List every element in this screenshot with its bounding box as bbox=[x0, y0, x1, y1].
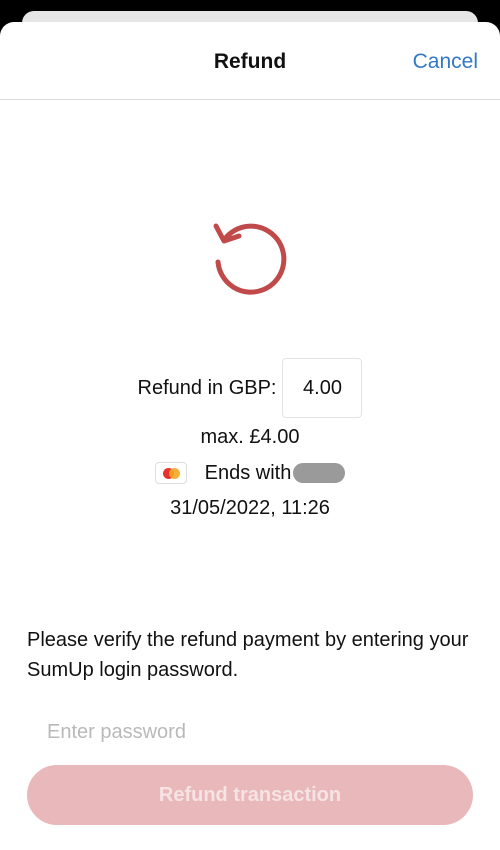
nav-bar: Refund Cancel bbox=[0, 22, 500, 100]
refund-arrow-icon bbox=[213, 223, 287, 295]
card-ends-with-label: Ends with bbox=[204, 461, 292, 484]
refund-transaction-button[interactable]: Refund transaction bbox=[27, 765, 473, 825]
refund-amount-row: Refund in GBP: bbox=[0, 358, 500, 418]
refund-amount-label: Refund in GBP: bbox=[137, 376, 277, 399]
cancel-button[interactable]: Cancel bbox=[413, 50, 478, 74]
transaction-date: 31/05/2022, 11:26 bbox=[170, 497, 330, 519]
refund-amount-input[interactable] bbox=[282, 358, 363, 418]
password-input[interactable] bbox=[27, 712, 473, 752]
masked-card-digits bbox=[293, 463, 346, 483]
verification-instruction: Please verify the refund payment by ente… bbox=[27, 629, 469, 681]
card-info-row: Ends with bbox=[0, 459, 500, 487]
mastercard-icon bbox=[154, 462, 187, 484]
refund-modal: Refund Cancel Refund in GBP: max. £4.00 … bbox=[0, 22, 500, 850]
max-amount-text: max. £4.00 bbox=[200, 426, 300, 448]
